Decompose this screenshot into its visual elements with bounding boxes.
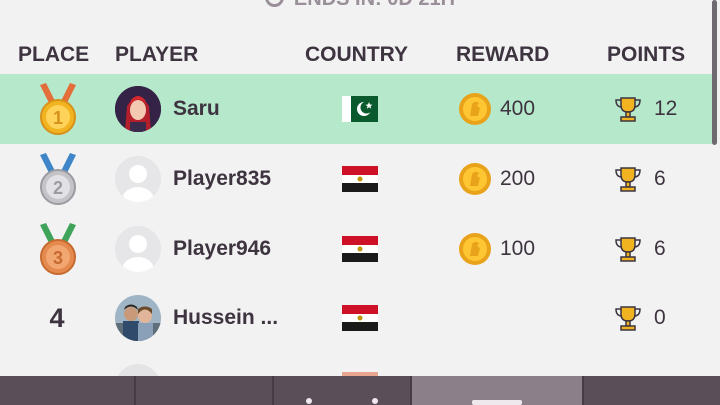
points-cell: 6	[614, 144, 666, 214]
avatar[interactable]	[115, 144, 161, 214]
reward-value: 200	[500, 167, 536, 190]
reward-value: 100	[500, 237, 536, 260]
egypt-flag-icon	[342, 214, 378, 284]
trophy-icon	[615, 306, 641, 331]
leaderboard-row[interactable]: 4 Hussein ... 0	[0, 283, 712, 353]
player-name: Hussein ...	[173, 306, 279, 329]
avatar[interactable]	[115, 74, 161, 144]
player-name: Player946	[173, 237, 272, 260]
nav-icon	[306, 398, 312, 404]
trophy-icon	[615, 237, 641, 262]
reward-value: 400	[500, 97, 536, 120]
nav-icon	[372, 398, 378, 404]
gold-medal-icon: 1	[36, 74, 80, 144]
reward-cell: 200	[458, 144, 535, 214]
scrollbar[interactable]	[712, 0, 717, 145]
reward-cell: 100	[458, 214, 535, 284]
reward-cell: 400	[458, 74, 535, 144]
leaderboard-row[interactable]: 2 Player835 200 6	[0, 144, 712, 214]
coin-icon	[459, 163, 491, 195]
points-value: 6	[654, 167, 666, 190]
leaderboard-row[interactable]: 3 Player946 100 6	[0, 214, 712, 284]
nav-tab-leaderboard[interactable]	[412, 376, 584, 405]
points-value: 0	[654, 306, 666, 329]
trophy-icon	[615, 167, 641, 192]
header-player: PLAYER	[115, 43, 199, 66]
silver-medal-icon: 2	[36, 144, 80, 214]
player-name: Saru	[173, 97, 220, 120]
leaderboard-row[interactable]: 1 Saru 400 12	[0, 74, 712, 144]
nav-tab-1[interactable]	[0, 376, 136, 405]
points-value: 6	[654, 237, 666, 260]
points-cell: 0	[614, 283, 666, 353]
coin-icon	[459, 233, 491, 265]
points-value: 12	[654, 97, 678, 120]
timer-text: ENDS IN: 0D 21H	[294, 0, 455, 10]
leaderboard-row[interactable]	[0, 353, 712, 376]
clock-icon	[264, 0, 284, 8]
coin-icon	[459, 93, 491, 125]
bottom-nav	[0, 376, 720, 405]
avatar[interactable]	[115, 364, 161, 376]
bronze-medal-icon: 3	[36, 214, 80, 284]
points-cell: 12	[614, 74, 677, 144]
nav-tab-2[interactable]	[136, 376, 274, 405]
nav-tab-5[interactable]	[584, 376, 720, 405]
player-name: Player835	[173, 167, 272, 190]
header-reward: REWARD	[456, 43, 550, 66]
header-country: COUNTRY	[305, 43, 409, 66]
header-place: PLACE	[18, 43, 90, 66]
svg-text:2: 2	[53, 178, 63, 198]
tournament-timer: ENDS IN: 0D 21H	[0, 0, 720, 11]
place-number: 4	[49, 302, 65, 333]
avatar[interactable]	[115, 214, 161, 284]
pakistan-flag-icon	[342, 74, 378, 144]
nav-tab-3[interactable]	[274, 376, 412, 405]
egypt-flag-icon	[342, 283, 378, 353]
trophy-icon	[615, 97, 641, 122]
egypt-flag-icon	[342, 144, 378, 214]
nav-icon	[472, 400, 522, 405]
svg-text:1: 1	[53, 108, 63, 128]
header-points: POINTS	[607, 43, 686, 66]
avatar[interactable]	[115, 283, 161, 353]
points-cell: 6	[614, 214, 666, 284]
svg-text:3: 3	[53, 248, 63, 268]
leaderboard-header: PLACE PLAYER COUNTRY REWARD POINTS	[0, 43, 720, 71]
